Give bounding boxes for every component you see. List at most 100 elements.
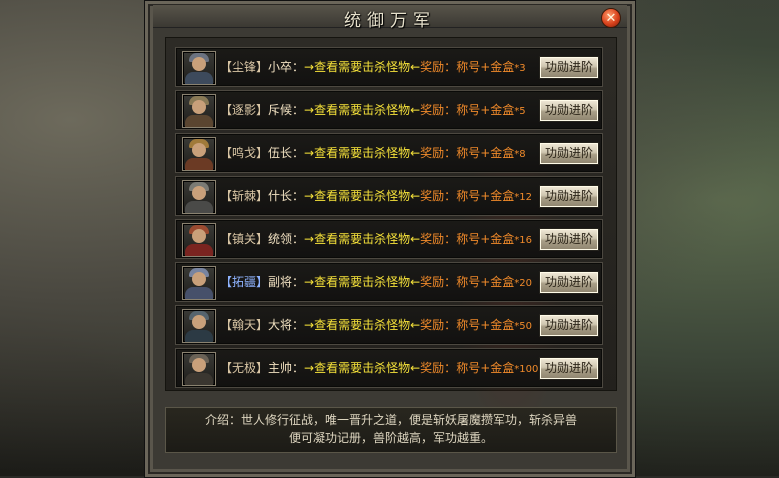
rank-row: 【斩棘】什长：→查看需要击杀怪物←奖励：称号+金盒*12 功勋进阶 — [175, 176, 603, 216]
portrait-face — [192, 315, 206, 329]
rank-tag: 【镇关】 — [220, 232, 269, 246]
window-title: 统御万军 — [344, 11, 436, 31]
portrait-armor — [185, 244, 213, 256]
reward-label: 奖励： — [420, 146, 457, 160]
rank-name: 斥候 — [268, 103, 293, 117]
rank-row: 【镇关】统领：→查看需要击杀怪物←奖励：称号+金盒*16 功勋进阶 — [175, 219, 603, 259]
reward-label: 奖励： — [420, 103, 457, 117]
reward-count: *3 — [514, 63, 526, 74]
rank-row: 【逐影】斥候：→查看需要击杀怪物←奖励：称号+金盒*5 功勋进阶 — [175, 90, 603, 130]
rank-text: 【无极】主帅：→查看需要击杀怪物←奖励：称号+金盒*100 — [220, 360, 538, 378]
rank-name: 统领 — [268, 232, 293, 246]
rank-colon: ： — [292, 361, 305, 375]
reward-label: 奖励： — [420, 232, 457, 246]
intro-box: 介绍：世人修行征战，唯一晋升之道，便是斩妖屠魔攒军功，斩杀异兽 便可凝功记册，兽… — [165, 407, 617, 453]
title-bar[interactable]: 统御万军 ✕ — [153, 5, 627, 31]
rank-portrait — [182, 180, 216, 214]
rank-tag: 【斩棘】 — [220, 189, 269, 203]
rank-portrait — [182, 51, 216, 85]
view-monsters-link[interactable]: →查看需要击杀怪物← — [304, 60, 420, 74]
rank-text: 【斩棘】什长：→查看需要击杀怪物←奖励：称号+金盒*12 — [220, 188, 532, 206]
rank-portrait — [182, 266, 216, 300]
reward-text: 称号+金盒 — [456, 361, 515, 375]
view-monsters-link[interactable]: →查看需要击杀怪物← — [304, 103, 420, 117]
reward-text: 称号+金盒 — [456, 189, 515, 203]
rank-colon: ： — [292, 232, 305, 246]
rank-row: 【尘锋】小卒：→查看需要击杀怪物←奖励：称号+金盒*3 功勋进阶 — [175, 47, 603, 87]
reward-count: *20 — [514, 278, 532, 289]
rank-name: 主帅 — [268, 361, 293, 375]
promote-button[interactable]: 功勋进阶 — [539, 271, 599, 294]
reward-text: 称号+金盒 — [456, 275, 515, 289]
rank-name: 伍长 — [268, 146, 293, 160]
rank-text: 【鸣戈】伍长：→查看需要击杀怪物←奖励：称号+金盒*8 — [220, 145, 526, 163]
rank-portrait — [182, 94, 216, 128]
rank-colon: ： — [292, 146, 305, 160]
view-monsters-link[interactable]: →查看需要击杀怪物← — [304, 146, 420, 160]
reward-text: 称号+金盒 — [456, 146, 515, 160]
reward-label: 奖励： — [420, 189, 457, 203]
view-monsters-link[interactable]: →查看需要击杀怪物← — [304, 361, 420, 375]
portrait-armor — [185, 201, 213, 213]
reward-count: *100 — [514, 364, 539, 375]
rank-portrait — [182, 309, 216, 343]
promote-button[interactable]: 功勋进阶 — [539, 357, 599, 380]
rank-list: 【尘锋】小卒：→查看需要击杀怪物←奖励：称号+金盒*3 功勋进阶 【逐影】斥候：… — [165, 37, 617, 448]
reward-label: 奖励： — [420, 361, 457, 375]
intro-line-1: 介绍：世人修行征战，唯一晋升之道，便是斩妖屠魔攒军功，斩杀异兽 — [204, 413, 577, 427]
promote-button[interactable]: 功勋进阶 — [539, 142, 599, 165]
rank-colon: ： — [292, 60, 305, 74]
promote-button[interactable]: 功勋进阶 — [539, 228, 599, 251]
rank-name: 什长 — [268, 189, 293, 203]
rank-tag: 【无极】 — [220, 361, 269, 375]
rank-tag: 【翰天】 — [220, 318, 269, 332]
reward-label: 奖励： — [420, 318, 457, 332]
rank-portrait — [182, 137, 216, 171]
view-monsters-link[interactable]: →查看需要击杀怪物← — [304, 232, 420, 246]
rank-colon: ： — [292, 103, 305, 117]
portrait-face — [192, 57, 206, 71]
view-monsters-link[interactable]: →查看需要击杀怪物← — [304, 318, 420, 332]
portrait-armor — [185, 373, 213, 385]
rank-row: 【鸣戈】伍长：→查看需要击杀怪物←奖励：称号+金盒*8 功勋进阶 — [175, 133, 603, 173]
portrait-armor — [185, 115, 213, 127]
reward-count: *8 — [514, 149, 526, 160]
portrait-face — [192, 143, 206, 157]
rank-row: 【翰天】大将：→查看需要击杀怪物←奖励：称号+金盒*50 功勋进阶 — [175, 305, 603, 345]
rank-text: 【逐影】斥候：→查看需要击杀怪物←奖励：称号+金盒*5 — [220, 102, 526, 120]
rank-colon: ： — [292, 318, 305, 332]
portrait-armor — [185, 287, 213, 299]
portrait-face — [192, 272, 206, 286]
rank-name: 副将 — [268, 275, 293, 289]
view-monsters-link[interactable]: →查看需要击杀怪物← — [304, 189, 420, 203]
reward-text: 称号+金盒 — [456, 232, 515, 246]
promote-button[interactable]: 功勋进阶 — [539, 99, 599, 122]
reward-text: 称号+金盒 — [456, 103, 515, 117]
rank-portrait — [182, 352, 216, 386]
rank-text: 【尘锋】小卒：→查看需要击杀怪物←奖励：称号+金盒*3 — [220, 59, 526, 77]
rank-row: 【拓疆】副将：→查看需要击杀怪物←奖励：称号+金盒*20 功勋进阶 — [175, 262, 603, 302]
portrait-armor — [185, 330, 213, 342]
reward-text: 称号+金盒 — [456, 318, 515, 332]
rank-colon: ： — [292, 275, 305, 289]
rank-name: 小卒 — [268, 60, 293, 74]
rank-row: 【无极】主帅：→查看需要击杀怪物←奖励：称号+金盒*100 功勋进阶 — [175, 348, 603, 388]
intro-line-2: 便可凝功记册，兽阶越高，军功越重。 — [288, 431, 493, 445]
view-monsters-link[interactable]: →查看需要击杀怪物← — [304, 275, 420, 289]
portrait-face — [192, 229, 206, 243]
rank-tag: 【拓疆】 — [220, 275, 269, 289]
promote-button[interactable]: 功勋进阶 — [539, 185, 599, 208]
rank-portrait — [182, 223, 216, 257]
portrait-armor — [185, 72, 213, 84]
reward-count: *50 — [514, 321, 532, 332]
rank-colon: ： — [292, 189, 305, 203]
reward-label: 奖励： — [420, 275, 457, 289]
rank-tag: 【尘锋】 — [220, 60, 269, 74]
reward-count: *12 — [514, 192, 532, 203]
rank-tag: 【逐影】 — [220, 103, 269, 117]
promote-button[interactable]: 功勋进阶 — [539, 314, 599, 337]
army-command-window: 统御万军 ✕ 【尘锋】小卒：→查看需要击杀怪物←奖励：称号+金盒*3 功勋进阶 … — [144, 0, 636, 478]
promote-button[interactable]: 功勋进阶 — [539, 56, 599, 79]
close-icon[interactable]: ✕ — [601, 8, 621, 28]
reward-label: 奖励： — [420, 60, 457, 74]
